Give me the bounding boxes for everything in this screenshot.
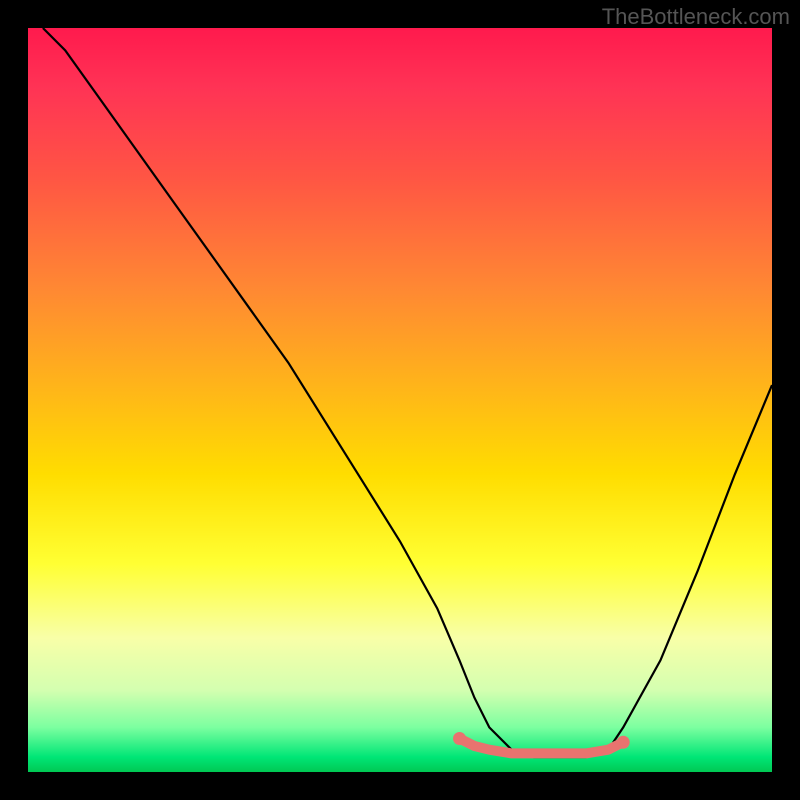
highlight-endpoint-left xyxy=(453,732,466,745)
watermark-text: TheBottleneck.com xyxy=(602,4,790,30)
highlight-endpoint-right xyxy=(617,736,630,749)
chart-svg xyxy=(28,28,772,772)
chart-curve xyxy=(43,28,772,757)
chart-highlight-segment xyxy=(460,739,624,754)
chart-plot-area xyxy=(28,28,772,772)
